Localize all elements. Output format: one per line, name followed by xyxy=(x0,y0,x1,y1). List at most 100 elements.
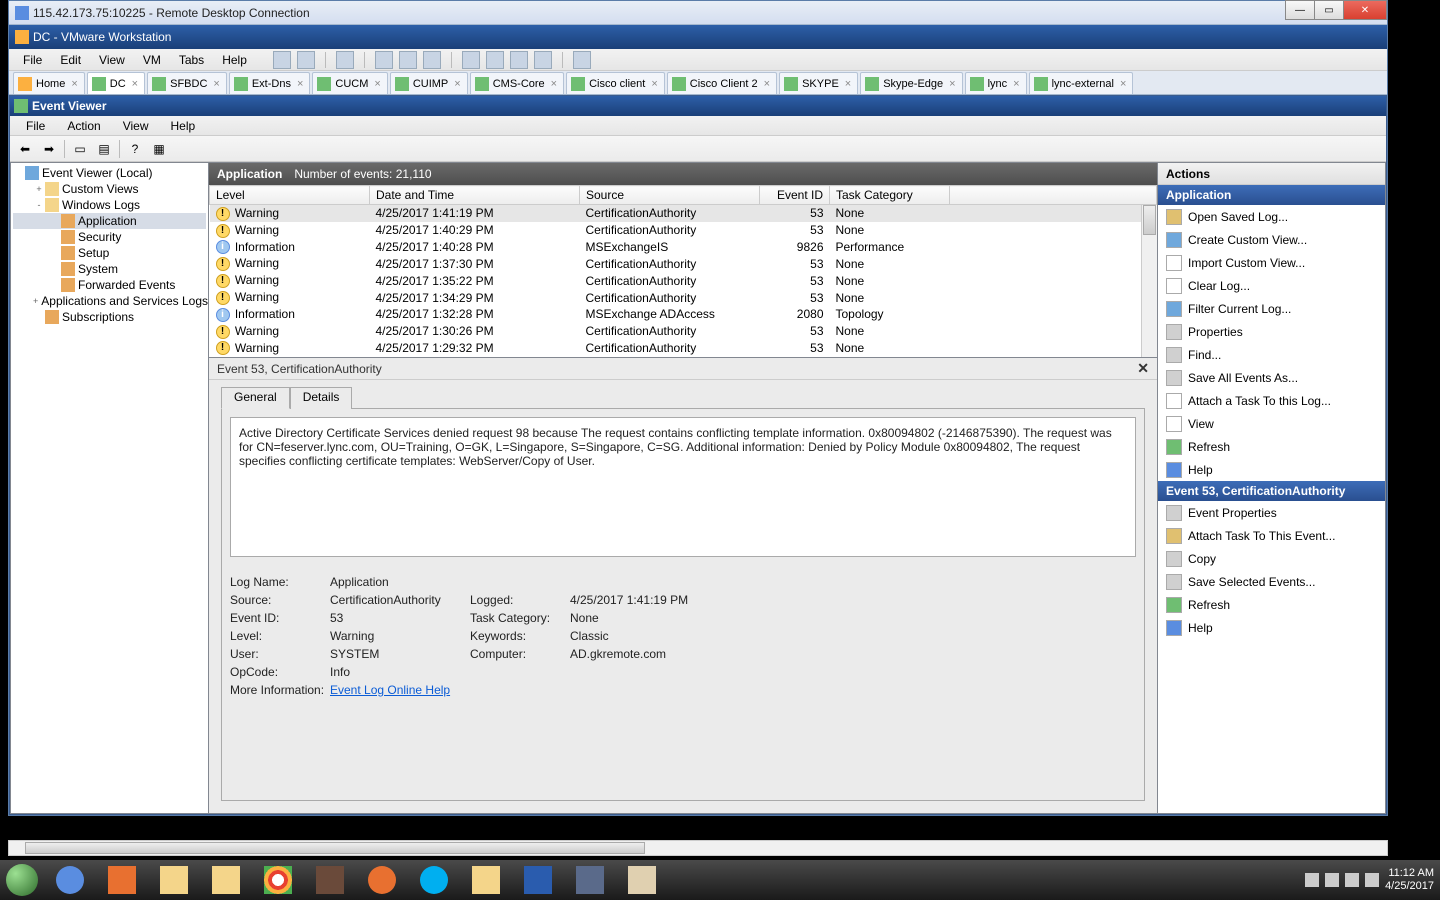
scroll-thumb[interactable] xyxy=(1143,205,1156,235)
action-item[interactable]: Event Properties xyxy=(1158,501,1385,524)
action-item[interactable]: Attach a Task To this Log... xyxy=(1158,389,1385,412)
toolbar-icon[interactable] xyxy=(462,51,480,69)
link-event-log-online-help[interactable]: Event Log Online Help xyxy=(330,683,450,697)
tree-item[interactable]: Setup xyxy=(13,245,206,261)
toolbar-icon[interactable] xyxy=(375,51,393,69)
tray-icon[interactable] xyxy=(1325,873,1339,887)
vm-tab[interactable]: CUIMP× xyxy=(390,72,468,94)
toolbar-icon[interactable]: ▤ xyxy=(93,139,115,159)
vm-tab[interactable]: Skype-Edge× xyxy=(860,72,962,94)
col-eventid[interactable]: Event ID xyxy=(760,186,830,205)
tab-details[interactable]: Details xyxy=(290,387,353,409)
task-explorer2[interactable] xyxy=(200,861,252,899)
tab-close-icon[interactable]: × xyxy=(297,78,303,90)
vm-tab[interactable]: Home× xyxy=(13,72,85,94)
tab-close-icon[interactable]: × xyxy=(764,78,770,90)
help-button[interactable]: ? xyxy=(124,139,146,159)
back-button[interactable]: ⬅ xyxy=(14,139,36,159)
vm-tab[interactable]: DC× xyxy=(87,72,145,94)
toolbar-icon[interactable] xyxy=(336,51,354,69)
task-app[interactable] xyxy=(304,861,356,899)
tree-item[interactable]: -Windows Logs xyxy=(13,197,206,213)
action-item[interactable]: Filter Current Log... xyxy=(1158,297,1385,320)
task-app[interactable] xyxy=(564,861,616,899)
table-row[interactable]: Warning4/25/2017 1:35:22 PMCertification… xyxy=(210,272,1157,289)
action-item[interactable]: Create Custom View... xyxy=(1158,228,1385,251)
tab-close-icon[interactable]: × xyxy=(845,78,851,90)
action-item[interactable]: Open Saved Log... xyxy=(1158,205,1385,228)
tab-close-icon[interactable]: × xyxy=(1120,78,1126,90)
tree-item[interactable]: Subscriptions xyxy=(13,309,206,325)
vm-tab[interactable]: SFBDC× xyxy=(147,72,227,94)
action-item[interactable]: Clear Log... xyxy=(1158,274,1385,297)
action-item[interactable]: Find... xyxy=(1158,343,1385,366)
table-row[interactable]: Information4/25/2017 1:32:28 PMMSExchang… xyxy=(210,306,1157,323)
toolbar-icon[interactable] xyxy=(510,51,528,69)
tree-item[interactable]: Application xyxy=(13,213,206,229)
tab-close-icon[interactable]: × xyxy=(551,78,557,90)
menu-tabs[interactable]: Tabs xyxy=(171,51,212,69)
action-item[interactable]: Copy xyxy=(1158,547,1385,570)
toolbar-icon[interactable] xyxy=(573,51,591,69)
action-item[interactable]: Properties xyxy=(1158,320,1385,343)
task-skype[interactable] xyxy=(408,861,460,899)
toolbar-icon[interactable] xyxy=(399,51,417,69)
ev-menu-action[interactable]: Action xyxy=(57,117,110,135)
vm-tab[interactable]: CUCM× xyxy=(312,72,387,94)
col-taskcat[interactable]: Task Category xyxy=(830,186,950,205)
vm-tab[interactable]: Ext-Dns× xyxy=(229,72,311,94)
toolbar-icon[interactable] xyxy=(297,51,315,69)
vm-tab[interactable]: SKYPE× xyxy=(779,72,858,94)
table-row[interactable]: Information4/25/2017 1:40:28 PMMSExchang… xyxy=(210,239,1157,256)
action-item[interactable]: Save All Events As... xyxy=(1158,366,1385,389)
toolbar-icon[interactable]: ▭ xyxy=(69,139,91,159)
table-row[interactable]: Warning4/25/2017 1:30:26 PMCertification… xyxy=(210,323,1157,340)
detail-close-button[interactable]: ✕ xyxy=(1137,360,1149,377)
vm-tab[interactable]: Cisco client× xyxy=(566,72,665,94)
menu-edit[interactable]: Edit xyxy=(52,51,89,69)
tree-toggle-icon[interactable]: + xyxy=(33,184,45,194)
vm-tab[interactable]: Cisco Client 2× xyxy=(667,72,777,94)
ev-tree[interactable]: Event Viewer (Local) +Custom Views-Windo… xyxy=(10,162,208,814)
system-tray[interactable]: 11:12 AM 4/25/2017 xyxy=(1305,867,1434,893)
menu-vm[interactable]: VM xyxy=(135,51,169,69)
tab-general[interactable]: General xyxy=(221,387,290,409)
toolbar-icon[interactable] xyxy=(273,51,291,69)
ev-menu-file[interactable]: File xyxy=(16,117,55,135)
ev-menu-help[interactable]: Help xyxy=(161,117,206,135)
tray-icon[interactable] xyxy=(1365,873,1379,887)
col-date[interactable]: Date and Time xyxy=(370,186,580,205)
tree-item[interactable]: System xyxy=(13,261,206,277)
table-row[interactable]: Warning4/25/2017 1:29:32 PMCertification… xyxy=(210,340,1157,357)
forward-button[interactable]: ➡ xyxy=(38,139,60,159)
tray-icon[interactable] xyxy=(1345,873,1359,887)
tab-close-icon[interactable]: × xyxy=(71,78,77,90)
tree-toggle-icon[interactable]: - xyxy=(33,200,45,210)
tab-close-icon[interactable]: × xyxy=(1013,78,1019,90)
horizontal-scrollbar[interactable] xyxy=(8,840,1388,856)
action-item[interactable]: Import Custom View... xyxy=(1158,251,1385,274)
menu-file[interactable]: File xyxy=(15,51,50,69)
table-row[interactable]: Warning4/25/2017 1:34:29 PMCertification… xyxy=(210,289,1157,306)
task-app[interactable] xyxy=(356,861,408,899)
task-notes[interactable] xyxy=(460,861,512,899)
maximize-button[interactable]: ▭ xyxy=(1314,0,1344,20)
tree-item[interactable]: Security xyxy=(13,229,206,245)
action-item[interactable]: Refresh xyxy=(1158,435,1385,458)
tree-item[interactable]: +Applications and Services Logs xyxy=(13,293,206,309)
col-source[interactable]: Source xyxy=(580,186,760,205)
task-ie[interactable] xyxy=(44,861,96,899)
table-row[interactable]: Warning4/25/2017 1:37:30 PMCertification… xyxy=(210,255,1157,272)
ev-menu-view[interactable]: View xyxy=(113,117,159,135)
scroll-thumb[interactable] xyxy=(25,842,645,854)
tab-close-icon[interactable]: × xyxy=(132,78,138,90)
table-row[interactable]: Warning4/25/2017 1:41:19 PMCertification… xyxy=(210,205,1157,222)
col-level[interactable]: Level xyxy=(210,186,370,205)
tab-close-icon[interactable]: × xyxy=(454,78,460,90)
tab-close-icon[interactable]: × xyxy=(949,78,955,90)
menu-help[interactable]: Help xyxy=(214,51,255,69)
action-item[interactable]: View xyxy=(1158,412,1385,435)
action-item[interactable]: Save Selected Events... xyxy=(1158,570,1385,593)
task-paint[interactable] xyxy=(616,861,668,899)
tree-item[interactable]: Forwarded Events xyxy=(13,277,206,293)
